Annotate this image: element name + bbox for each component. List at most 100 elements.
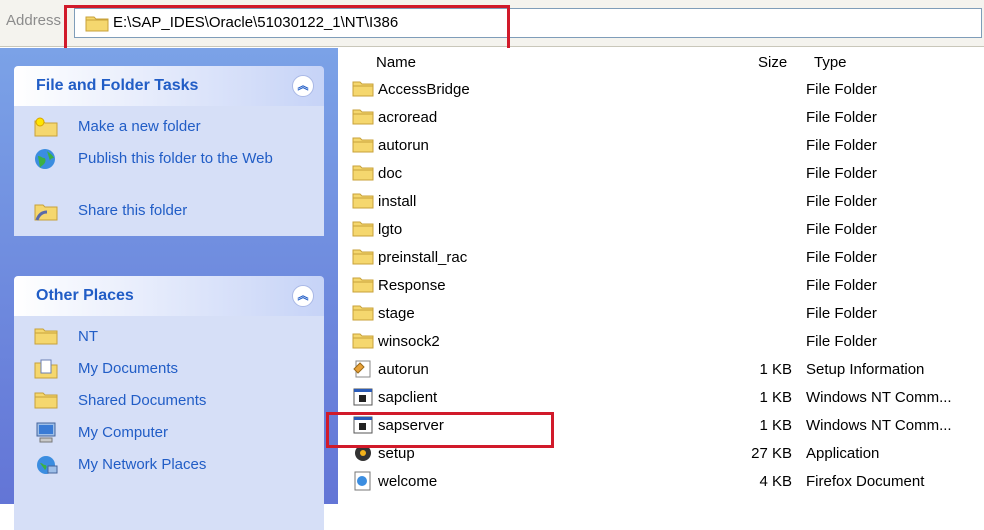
folder-icon (34, 390, 58, 412)
collapse-chevron-icon[interactable]: ︽ (292, 285, 314, 307)
folder-icon (352, 79, 374, 99)
file-row-accessbridge[interactable]: AccessBridge File Folder (338, 76, 984, 104)
other-places-panel: Other Places ︽ NT My Documents Shared Do… (14, 276, 324, 530)
file-name: acroread (378, 109, 438, 126)
file-name: welcome (378, 473, 438, 490)
sapserver-highlight-box (326, 412, 554, 448)
place-my-network-places[interactable]: My Network Places (14, 450, 324, 482)
folder-icon (352, 331, 374, 351)
task-pane: File and Folder Tasks ︽ Make a new folde… (0, 48, 338, 530)
column-name-header[interactable]: Name (376, 54, 416, 71)
documents-icon (34, 358, 58, 380)
file-row-lgto[interactable]: lgto File Folder (338, 216, 984, 244)
cmd-script-icon (352, 387, 374, 407)
panel-header[interactable]: Other Places ︽ (14, 276, 324, 316)
file-type: Firefox Document (806, 473, 925, 490)
file-size: 4 KB (759, 473, 792, 490)
task-make-new-folder[interactable]: Make a new folder (14, 112, 324, 144)
file-row-autorun[interactable]: autorun File Folder (338, 132, 984, 160)
file-size: 1 KB (759, 361, 792, 378)
new-folder-icon (34, 116, 58, 138)
folder-icon (34, 326, 58, 348)
file-name: autorun (378, 361, 429, 378)
file-type: File Folder (806, 305, 877, 322)
file-size: 1 KB (759, 389, 792, 406)
collapse-chevron-icon[interactable]: ︽ (292, 75, 314, 97)
file-name: autorun (378, 137, 429, 154)
file-row-acroread[interactable]: acroread File Folder (338, 104, 984, 132)
file-row-autorun[interactable]: autorun 1 KB Setup Information (338, 356, 984, 384)
file-name: Response (378, 277, 446, 294)
setup-info-icon (352, 359, 374, 379)
folder-icon (352, 135, 374, 155)
panel-body: NT My Documents Shared Documents My Comp… (14, 316, 324, 530)
file-size: 1 KB (759, 417, 792, 434)
task-label: Publish this folder to the Web (78, 150, 273, 167)
folder-icon (352, 303, 374, 323)
file-row-response[interactable]: Response File Folder (338, 272, 984, 300)
file-name: sapclient (378, 389, 438, 406)
file-row-install[interactable]: install File Folder (338, 188, 984, 216)
panel-body: Make a new folder Publish this folder to… (14, 106, 324, 236)
place-label: NT (78, 328, 98, 345)
panel-title: File and Folder Tasks (36, 77, 199, 94)
file-row-preinstall-rac[interactable]: preinstall_rac File Folder (338, 244, 984, 272)
folder-icon (352, 219, 374, 239)
file-row-doc[interactable]: doc File Folder (338, 160, 984, 188)
place-nt[interactable]: NT (14, 322, 324, 354)
file-type: File Folder (806, 333, 877, 350)
file-type: Windows NT Comm... (806, 389, 952, 406)
file-name: doc (378, 165, 403, 182)
folder-icon (352, 191, 374, 211)
folder-icon (352, 107, 374, 127)
address-label: Address (6, 12, 62, 29)
file-name: lgto (378, 221, 403, 238)
panel-header[interactable]: File and Folder Tasks ︽ (14, 66, 324, 106)
file-type: Windows NT Comm... (806, 417, 952, 434)
file-type: File Folder (806, 109, 877, 126)
share-folder-icon (34, 200, 58, 222)
place-label: My Documents (78, 360, 179, 377)
column-header-row: Name Size Type (338, 48, 984, 76)
folder-icon (352, 163, 374, 183)
place-label: My Computer (78, 424, 169, 441)
task-share-folder[interactable]: Share this folder (14, 196, 324, 228)
file-row-winsock2[interactable]: winsock2 File Folder (338, 328, 984, 356)
panel-title: Other Places (36, 287, 134, 304)
file-type: File Folder (806, 277, 877, 294)
file-type: Application (806, 445, 880, 462)
file-row-sapclient[interactable]: sapclient 1 KB Windows NT Comm... (338, 384, 984, 412)
file-and-folder-tasks-panel: File and Folder Tasks ︽ Make a new folde… (14, 66, 324, 236)
file-type: File Folder (806, 165, 877, 182)
html-document-icon (352, 471, 374, 491)
file-size: 27 KB (751, 445, 792, 462)
task-label: Make a new folder (78, 118, 201, 135)
column-size-header[interactable]: Size (758, 54, 787, 71)
column-type-header[interactable]: Type (814, 54, 847, 71)
network-icon (34, 454, 58, 476)
file-name: AccessBridge (378, 81, 470, 98)
file-name: winsock2 (378, 333, 440, 350)
place-label: Shared Documents (78, 392, 207, 409)
folder-icon (352, 247, 374, 267)
folder-icon (352, 275, 374, 295)
file-type: File Folder (806, 249, 877, 266)
file-name: install (378, 193, 417, 210)
file-name: stage (378, 305, 415, 322)
file-row-welcome[interactable]: welcome 4 KB Firefox Document (338, 468, 984, 496)
place-shared-documents[interactable]: Shared Documents (14, 386, 324, 418)
file-row-stage[interactable]: stage File Folder (338, 300, 984, 328)
task-publish-folder[interactable]: Publish this folder to the Web (14, 144, 324, 196)
task-label: Share this folder (78, 202, 188, 219)
place-my-computer[interactable]: My Computer (14, 418, 324, 450)
file-name: preinstall_rac (378, 249, 468, 266)
file-type: File Folder (806, 137, 877, 154)
place-my-documents[interactable]: My Documents (14, 354, 324, 386)
place-label: My Network Places (78, 456, 207, 473)
file-type: File Folder (806, 81, 877, 98)
file-type: Setup Information (806, 361, 925, 378)
file-type: File Folder (806, 221, 877, 238)
globe-icon (34, 148, 56, 170)
computer-icon (34, 422, 56, 444)
file-type: File Folder (806, 193, 877, 210)
